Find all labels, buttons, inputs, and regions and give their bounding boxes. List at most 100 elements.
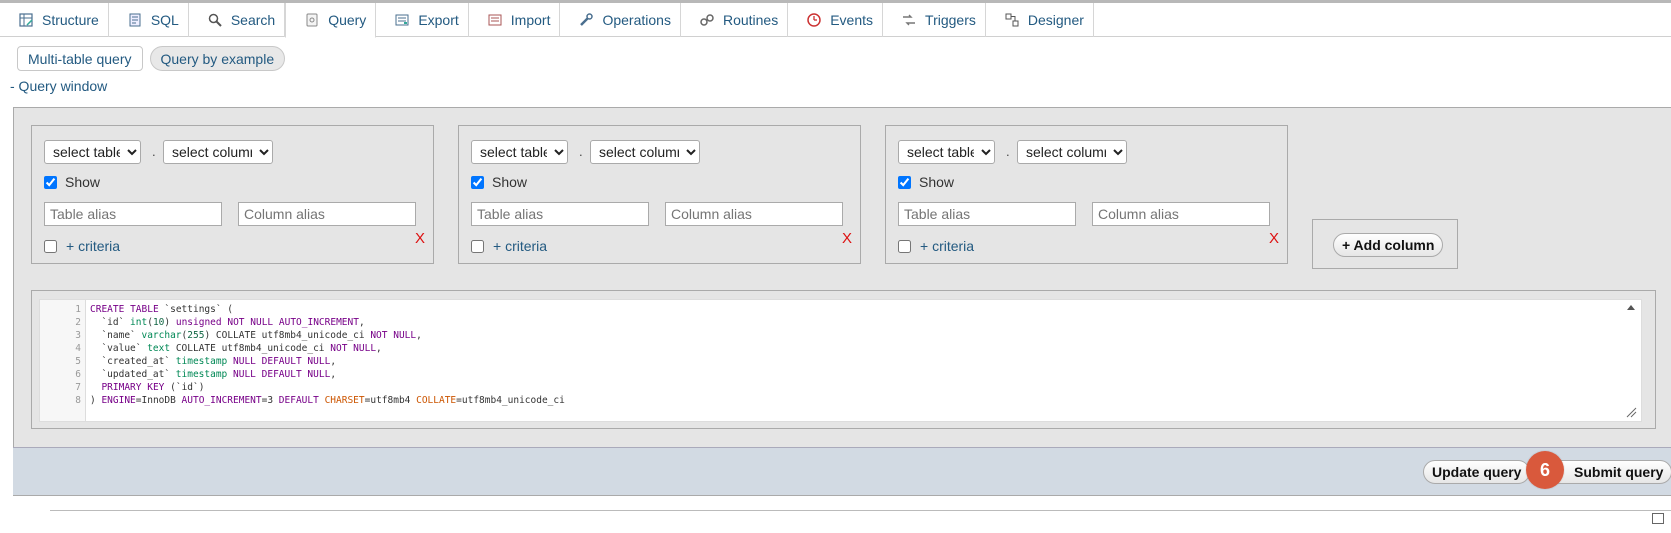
tab-export-label: Export <box>418 12 459 28</box>
show-row: Show <box>471 174 527 190</box>
designer-icon <box>1004 12 1020 28</box>
footer-bar: Update query Submit query <box>13 447 1671 496</box>
routines-icon <box>699 12 715 28</box>
column-box-2: select table . select column Show + crit… <box>458 125 861 264</box>
show-checkbox[interactable] <box>471 175 484 189</box>
column-alias-input[interactable] <box>238 202 416 226</box>
tab-structure[interactable]: Structure <box>0 3 109 37</box>
sql-line: `created_at` timestamp NULL DEFAULT NULL… <box>90 356 337 367</box>
sql-line: ) ENGINE=InnoDB AUTO_INCREMENT=3 DEFAULT… <box>90 395 565 406</box>
show-row: Show <box>44 174 100 190</box>
column-alias-input[interactable] <box>665 202 843 226</box>
table-alias-input[interactable] <box>471 202 649 226</box>
subtab-multi-table-query[interactable]: Multi-table query <box>17 46 143 71</box>
tab-designer[interactable]: Designer <box>986 3 1094 37</box>
operations-icon <box>578 12 594 28</box>
dot-separator: . <box>152 144 156 159</box>
table-alias-input[interactable] <box>44 202 222 226</box>
step-badge: 6 <box>1526 451 1564 489</box>
scroll-up-arrow-icon[interactable] <box>1627 305 1635 310</box>
sql-editor[interactable]: 1 2 3 4 5 6 7 8 CREATE TABLE `settings` … <box>39 299 1642 422</box>
tab-routines-label: Routines <box>722 12 779 28</box>
criteria-row: + criteria <box>471 238 547 254</box>
show-label: Show <box>65 174 101 190</box>
triggers-icon <box>901 12 917 28</box>
column-alias-input[interactable] <box>1092 202 1270 226</box>
select-table-dropdown[interactable]: select table <box>898 140 995 164</box>
submit-query-button[interactable]: Submit query <box>1548 460 1671 484</box>
show-checkbox[interactable] <box>898 175 911 189</box>
criteria-row: + criteria <box>898 238 974 254</box>
show-label: Show <box>492 174 528 190</box>
tab-sql[interactable]: SQL <box>109 3 189 37</box>
line-number: 5 <box>75 356 81 367</box>
criteria-checkbox[interactable] <box>471 239 484 253</box>
criteria-link[interactable]: + criteria <box>66 238 120 254</box>
console-icon[interactable] <box>1652 513 1664 524</box>
sql-line: `value` text COLLATE utf8mb4_unicode_ci … <box>90 343 382 354</box>
sql-line: PRIMARY KEY (`id`) <box>101 382 205 393</box>
tab-import-label: Import <box>510 12 551 28</box>
select-column-dropdown[interactable]: select column <box>590 140 700 164</box>
column-box-1: select table . select column Show + crit… <box>31 125 434 264</box>
criteria-row: + criteria <box>44 238 120 254</box>
criteria-checkbox[interactable] <box>898 239 911 253</box>
tab-routines[interactable]: Routines <box>681 3 789 37</box>
line-number: 8 <box>75 395 81 406</box>
tab-search[interactable]: Search <box>189 3 286 37</box>
tab-query[interactable]: Query <box>285 3 377 38</box>
line-number: 3 <box>75 330 81 341</box>
line-number: 6 <box>75 369 81 380</box>
query-window-link[interactable]: - Query window <box>10 78 107 94</box>
update-query-button[interactable]: Update query <box>1423 460 1531 484</box>
resize-handle-icon[interactable] <box>1625 406 1637 418</box>
column-box-3: select table . select column Show + crit… <box>885 125 1288 264</box>
table-alias-input[interactable] <box>898 202 1076 226</box>
sql-line: `updated_at` timestamp NULL DEFAULT NULL… <box>90 369 337 380</box>
line-number-gutter: 1 2 3 4 5 6 7 8 <box>40 300 86 421</box>
tab-import[interactable]: Import <box>469 3 561 37</box>
select-table-dropdown[interactable]: select table <box>44 140 141 164</box>
sql-line: `name` varchar(255) COLLATE utf8mb4_unic… <box>90 330 422 341</box>
criteria-link[interactable]: + criteria <box>920 238 974 254</box>
tab-operations[interactable]: Operations <box>560 3 681 37</box>
tab-events[interactable]: Events <box>788 3 884 37</box>
add-column-button[interactable]: + Add column <box>1333 233 1444 257</box>
tab-search-label: Search <box>230 12 276 28</box>
tab-triggers-label: Triggers <box>925 12 976 28</box>
subtabs: Multi-table query Query by example <box>17 46 286 71</box>
select-column-dropdown[interactable]: select column <box>1017 140 1127 164</box>
tab-structure-label: Structure <box>42 12 99 28</box>
sql-icon <box>127 12 143 28</box>
query-icon <box>304 12 320 28</box>
tab-designer-label: Designer <box>1027 12 1084 28</box>
show-label: Show <box>919 174 955 190</box>
remove-column-button[interactable]: X <box>415 230 425 247</box>
import-icon <box>487 12 503 28</box>
remove-column-button[interactable]: X <box>1269 230 1279 247</box>
add-column-box: + Add column <box>1312 219 1458 269</box>
dot-separator: . <box>1006 144 1010 159</box>
tab-triggers[interactable]: Triggers <box>883 3 986 37</box>
subtab-query-by-example[interactable]: Query by example <box>149 46 286 71</box>
remove-column-button[interactable]: X <box>842 230 852 247</box>
sql-panel: 1 2 3 4 5 6 7 8 CREATE TABLE `settings` … <box>31 290 1656 429</box>
tab-export[interactable]: Export <box>376 3 469 37</box>
search-icon <box>207 12 223 28</box>
select-table-dropdown[interactable]: select table <box>471 140 568 164</box>
tab-sql-label: SQL <box>150 12 179 28</box>
events-icon <box>806 12 822 28</box>
criteria-checkbox[interactable] <box>44 239 57 253</box>
export-icon <box>394 12 410 28</box>
line-number: 2 <box>75 317 81 328</box>
line-number: 4 <box>75 343 81 354</box>
criteria-link[interactable]: + criteria <box>493 238 547 254</box>
tab-events-label: Events <box>830 12 874 28</box>
show-checkbox[interactable] <box>44 175 57 189</box>
tab-operations-label: Operations <box>602 12 671 28</box>
line-number: 7 <box>75 382 81 393</box>
line-number: 1 <box>75 304 81 315</box>
sql-line: `id` int(10) unsigned NOT NULL AUTO_INCR… <box>90 317 365 328</box>
dot-separator: . <box>579 144 583 159</box>
select-column-dropdown[interactable]: select column <box>163 140 273 164</box>
